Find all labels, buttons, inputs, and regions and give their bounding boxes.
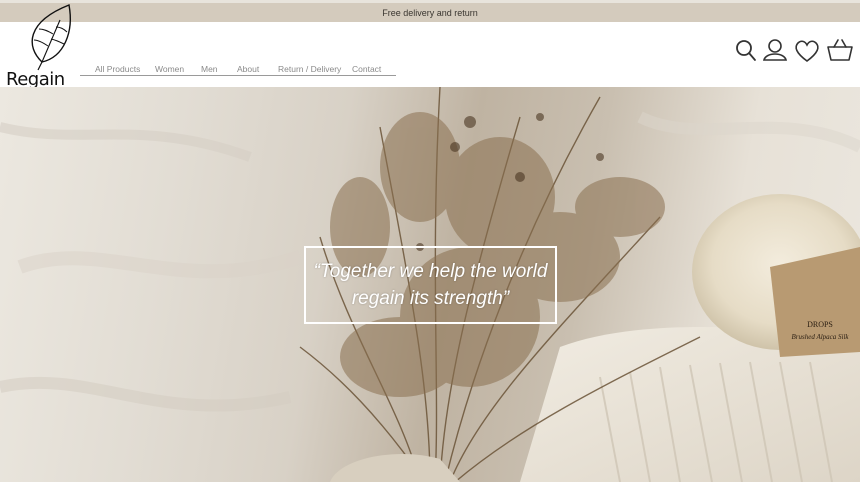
main-nav: All Products Women Men About Return / De… bbox=[80, 62, 396, 76]
yarn-label-product: Brushed Alpaca Silk bbox=[791, 333, 849, 341]
wishlist-heart-icon[interactable] bbox=[792, 36, 822, 66]
search-icon[interactable] bbox=[732, 36, 762, 66]
hero-quote: “Together we help the world regain its s… bbox=[313, 261, 548, 309]
yarn-label-brand: DROPS bbox=[807, 320, 833, 329]
nav-item-all-products[interactable]: All Products bbox=[95, 64, 140, 74]
site-header: Regain All Products Women Men About Retu… bbox=[0, 4, 860, 90]
promo-text: Free delivery and return bbox=[382, 8, 478, 18]
cart-basket-icon[interactable] bbox=[825, 36, 855, 66]
header-icons bbox=[732, 36, 855, 66]
nav-item-about[interactable]: About bbox=[237, 64, 259, 74]
account-icon[interactable] bbox=[760, 36, 790, 66]
leaf-logo-icon bbox=[31, 4, 71, 71]
nav-item-women[interactable]: Women bbox=[155, 64, 184, 74]
page: Free delivery and return Regain All Prod… bbox=[0, 0, 860, 482]
logo[interactable]: Regain bbox=[4, 2, 84, 97]
nav-item-return-delivery[interactable]: Return / Delivery bbox=[278, 64, 341, 74]
hero-quote-box: “Together we help the world regain its s… bbox=[304, 246, 557, 324]
hero-banner: DROPS Brushed Alpaca Silk “Together we h… bbox=[0, 87, 860, 482]
nav-item-contact[interactable]: Contact bbox=[352, 64, 381, 74]
promo-bar: Free delivery and return bbox=[0, 0, 860, 22]
nav-item-men[interactable]: Men bbox=[201, 64, 218, 74]
